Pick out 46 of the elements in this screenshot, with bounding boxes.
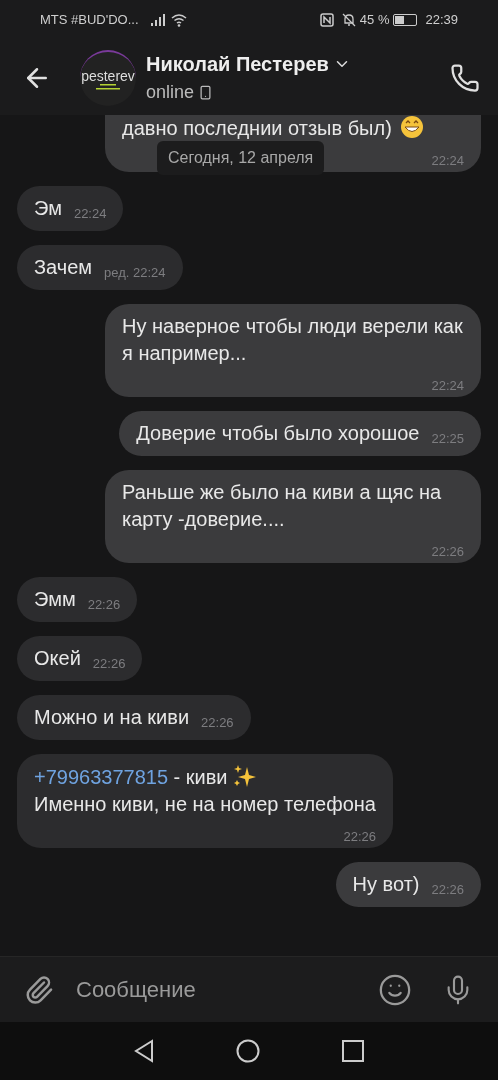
message-time: 22:24 [431, 378, 464, 394]
message-time: 22:24 [431, 153, 464, 169]
nfc-icon [319, 13, 334, 27]
carrier-name: MTS #BUD'DO... [40, 11, 139, 30]
phone-device-icon [198, 85, 214, 100]
message-time: 22:26 [343, 829, 376, 845]
message-text: Раньше же было на киви а щяс на карту -доверие.... [122, 480, 443, 532]
home-nav-icon[interactable] [236, 1039, 260, 1063]
emoji-icon[interactable] [378, 972, 412, 1007]
message-text: Ну вот) [352, 872, 420, 897]
message-time: ред. 22:24 [104, 265, 166, 281]
message-text: Эмм [34, 587, 76, 612]
message-time: 22:26 [431, 882, 464, 898]
message-text: +79963377815 - киви [34, 766, 228, 788]
message-text: давно последнии отзыв был) [122, 116, 392, 141]
muted-bell-icon [341, 13, 356, 27]
message-field[interactable]: Сообщение [0, 956, 498, 1022]
wifi-icon [170, 13, 187, 27]
message-time: 22:26 [92, 656, 126, 672]
battery-icon [393, 14, 418, 26]
contact-name[interactable]: Николай Пестерев [146, 49, 329, 79]
message-time: 22:26 [201, 715, 234, 731]
message-time: 22:26 [87, 597, 121, 613]
clock: 22:39 [425, 11, 458, 30]
back-nav-icon[interactable] [134, 1039, 154, 1063]
message-text: Можно и на киви [34, 705, 190, 730]
recents-nav-icon[interactable] [342, 1040, 364, 1062]
message-text: Доверие чтобы было хорошое [136, 421, 420, 446]
message-text: Окей [34, 646, 81, 671]
call-icon[interactable] [450, 62, 480, 93]
message-time: 22:25 [431, 431, 464, 447]
message-text: Ну наверное чтобы люди верели как я например... [122, 314, 464, 366]
contact-avatar[interactable]: pesterev [80, 49, 136, 106]
message-time: 22:26 [431, 544, 464, 560]
phone-link[interactable]: +79963377815 [34, 766, 169, 788]
message-text: Именно киви, не на номер телефона [34, 792, 376, 817]
message-text: Зачем [34, 255, 93, 280]
message-text: Эм [34, 196, 62, 221]
message-input[interactable]: Сообщение [76, 973, 378, 1006]
message-time: 22:24 [73, 206, 107, 222]
avatar-logo-text: pesterev [81, 67, 135, 84]
battery-percent: 45 % [359, 11, 390, 30]
online-status: online [146, 81, 195, 104]
avatar-caption-lines [95, 83, 121, 90]
signal-icon [150, 14, 167, 26]
attach-icon[interactable] [24, 974, 54, 1005]
